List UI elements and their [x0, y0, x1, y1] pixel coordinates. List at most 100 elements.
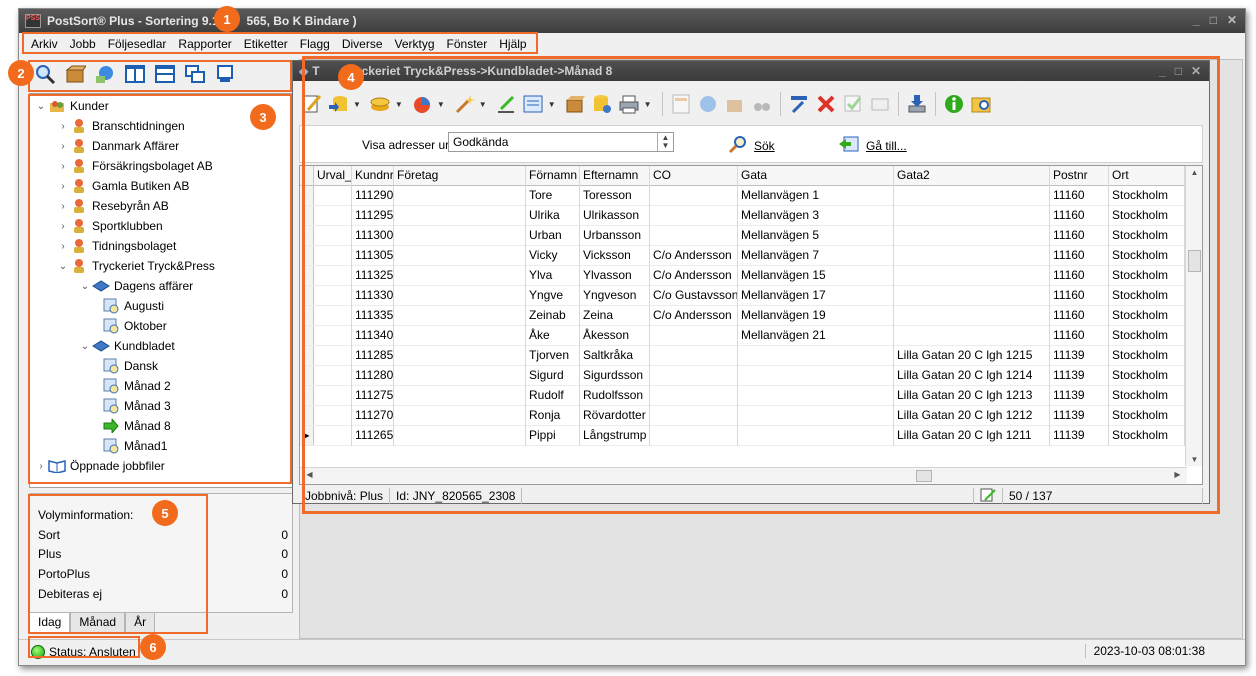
dropdown-arrow-icon[interactable]: ▼	[395, 100, 403, 109]
table-cell[interactable]: 11139	[1050, 366, 1109, 386]
table-cell[interactable]: Urban	[526, 226, 580, 246]
tree-node-job[interactable]: Månad 3	[102, 396, 171, 416]
address-filter-select[interactable]: Godkända ▲ ▼	[448, 132, 674, 152]
approve-disabled-icon[interactable]	[841, 93, 865, 115]
table-cell[interactable]	[314, 386, 352, 406]
table-row[interactable]: 111290 Tore Toresson Mellanvägen 1 11160 Stoc…	[300, 186, 1185, 206]
table-cell[interactable]: Mellanvägen 1	[738, 186, 894, 206]
table-cell[interactable]: 111305	[352, 246, 394, 266]
table-cell[interactable]: Lilla Gatan 20 C lgh 1214	[894, 366, 1050, 386]
scroll-down-icon[interactable]: ▼	[1187, 455, 1202, 464]
tree-node-publication[interactable]: ⌄ Kundbladet	[78, 336, 175, 356]
table-cell[interactable]: Stockholm	[1109, 306, 1185, 326]
table-cell[interactable]: 11160	[1050, 286, 1109, 306]
table-cell[interactable]: Rudolf	[526, 386, 580, 406]
table-cell[interactable]: 111270	[352, 406, 394, 426]
table-cell[interactable]	[314, 206, 352, 226]
table-cell[interactable]: Mellanvägen 7	[738, 246, 894, 266]
tab-idag[interactable]: Idag	[29, 613, 71, 633]
download-icon[interactable]	[905, 93, 929, 115]
menu-fonster[interactable]: Fönster	[441, 37, 494, 51]
table-row[interactable]: 111325 Ylva Ylvasson C/o Andersson Mellanväg…	[300, 266, 1185, 286]
row-selector[interactable]	[300, 246, 314, 265]
tile-horizontal-icon[interactable]	[153, 63, 177, 85]
table-cell[interactable]: 111280	[352, 366, 394, 386]
table-cell[interactable]: Åke	[526, 326, 580, 346]
table-cell[interactable]	[738, 346, 894, 366]
menu-diverse[interactable]: Diverse	[336, 37, 389, 51]
expand-arrow-icon[interactable]: ›	[56, 141, 70, 152]
table-cell[interactable]: Mellanvägen 15	[738, 266, 894, 286]
column-header[interactable]: Efternamn	[580, 166, 650, 186]
table-cell[interactable]	[650, 386, 738, 406]
window-icon[interactable]	[213, 63, 237, 85]
expand-arrow-icon[interactable]: ›	[56, 121, 70, 132]
table-row[interactable]: 111280 Sigurd Sigurdsson Lilla Gatan 20 C l…	[300, 366, 1185, 386]
table-cell[interactable]: Lilla Gatan 20 C lgh 1215	[894, 346, 1050, 366]
table-cell[interactable]	[394, 266, 526, 286]
menu-rapporter[interactable]: Rapporter	[172, 37, 237, 51]
menu-etiketter[interactable]: Etiketter	[238, 37, 294, 51]
table-cell[interactable]: Ylvasson	[580, 266, 650, 286]
menu-arkiv[interactable]: Arkiv	[25, 37, 64, 51]
table-cell[interactable]: Ulrika	[526, 206, 580, 226]
label-disabled-icon[interactable]	[868, 93, 892, 115]
tree-node-customer[interactable]: › Danmark Affärer	[56, 136, 179, 156]
tree-node-customer[interactable]: › Branschtidningen	[56, 116, 185, 136]
table-cell[interactable]: Yngve	[526, 286, 580, 306]
table-cell[interactable]	[394, 386, 526, 406]
table-cell[interactable]: Stockholm	[1109, 386, 1185, 406]
table-cell[interactable]	[894, 206, 1050, 226]
sign-icon[interactable]	[494, 93, 518, 115]
table-row[interactable]: 111270 Ronja Rövardotter Lilla Gatan 20 C l…	[300, 406, 1185, 426]
scroll-left-icon[interactable]: ◀	[302, 470, 317, 479]
table-cell[interactable]: Lilla Gatan 20 C lgh 1212	[894, 406, 1050, 426]
table-cell[interactable]: Stockholm	[1109, 226, 1185, 246]
job-window-titlebar[interactable]: ◆ T Tryckeriet Tryck&Press->Kundbladet->…	[293, 61, 1209, 81]
expand-arrow-icon[interactable]: ›	[56, 241, 70, 252]
table-cell[interactable]: Lilla Gatan 20 C lgh 1211	[894, 426, 1050, 446]
expand-arrow-icon[interactable]: ›	[56, 221, 70, 232]
table-cell[interactable]: 111285	[352, 346, 394, 366]
table-cell[interactable]	[314, 346, 352, 366]
dropdown-arrow-icon[interactable]: ▼	[479, 100, 487, 109]
maximize-icon[interactable]: □	[1175, 64, 1182, 78]
table-cell[interactable]	[394, 226, 526, 246]
table-cell[interactable]: 11160	[1050, 206, 1109, 226]
table-cell[interactable]	[894, 226, 1050, 246]
table-cell[interactable]: 11160	[1050, 226, 1109, 246]
table-cell[interactable]: Stockholm	[1109, 406, 1185, 426]
table-cell[interactable]	[314, 286, 352, 306]
scroll-thumb[interactable]	[916, 470, 932, 482]
table-cell[interactable]	[394, 426, 526, 446]
dropdown-arrow-icon[interactable]: ▼	[437, 100, 445, 109]
table-cell[interactable]: Stockholm	[1109, 206, 1185, 226]
database-icon[interactable]	[590, 93, 614, 115]
form-icon[interactable]	[521, 93, 545, 115]
horizontal-scrollbar[interactable]: ◀ ▶	[300, 467, 1187, 484]
table-cell[interactable]: 11139	[1050, 386, 1109, 406]
coins-icon[interactable]	[368, 93, 392, 115]
table-cell[interactable]	[314, 326, 352, 346]
table-cell[interactable]: Stockholm	[1109, 326, 1185, 346]
dropdown-arrow-icon[interactable]: ▼	[548, 100, 556, 109]
column-header[interactable]: Gata2	[894, 166, 1050, 186]
column-header[interactable]: Förnamn	[526, 166, 580, 186]
table-cell[interactable]	[650, 326, 738, 346]
edit-icon[interactable]	[299, 93, 323, 115]
table-row[interactable]: 111295 Ulrika Ulrikasson Mellanvägen 3 11160…	[300, 206, 1185, 226]
row-selector[interactable]	[300, 386, 314, 405]
table-cell[interactable]	[314, 266, 352, 286]
table-cell[interactable]: Långstrump	[580, 426, 650, 446]
table-cell[interactable]: Zeina	[580, 306, 650, 326]
collapse-arrow-icon[interactable]: ⌄	[56, 261, 70, 272]
table-cell[interactable]	[314, 186, 352, 206]
table-row[interactable]: 111275 Rudolf Rudolfsson Lilla Gatan 20 C l…	[300, 386, 1185, 406]
tab-ar[interactable]: År	[125, 613, 156, 633]
info-icon[interactable]	[942, 93, 966, 115]
table-cell[interactable]: Åkesson	[580, 326, 650, 346]
column-header[interactable]: Kundnr	[352, 166, 394, 186]
table-cell[interactable]: Yngveson	[580, 286, 650, 306]
table-cell[interactable]: 111330	[352, 286, 394, 306]
table-cell[interactable]: Stockholm	[1109, 346, 1185, 366]
